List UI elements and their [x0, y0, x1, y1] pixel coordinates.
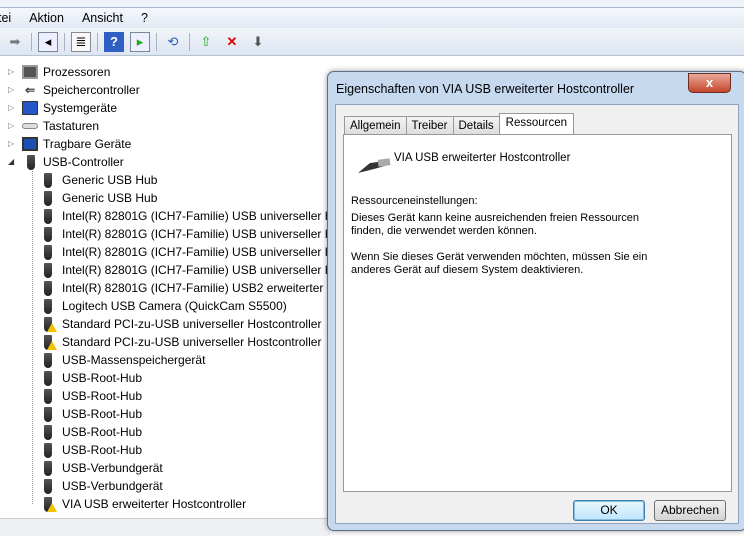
tab-details[interactable]: Details	[452, 116, 500, 135]
usb-icon	[43, 425, 53, 440]
tree-item-usb-device[interactable]: Intel(R) 82801G (ICH7-Familie) USB unive…	[0, 207, 399, 225]
tree-item-usb-device[interactable]: Intel(R) 82801G (ICH7-Familie) USB unive…	[0, 243, 399, 261]
resource-settings-label: Ressourceneinstellungen:	[351, 195, 478, 207]
usb-icon	[43, 281, 53, 296]
tree-item-system-devices[interactable]: ▷ Systemgeräte	[0, 99, 330, 117]
scan-hardware-icon[interactable]: ⟲	[163, 32, 183, 52]
disable-hint: Wenn Sie dieses Gerät verwenden möchten,…	[351, 251, 648, 276]
usb-icon	[43, 173, 53, 188]
processor-icon	[22, 65, 38, 79]
device-label: Logitech USB Camera (QuickCam S5500)	[62, 299, 287, 313]
tree-item-usb-device[interactable]: USB-Root-Hub	[0, 423, 330, 441]
device-label: USB-Root-Hub	[62, 443, 143, 457]
device-label: Standard PCI-zu-USB universeller Hostcon…	[62, 335, 322, 349]
warning-icon	[47, 341, 57, 350]
menu-aktion[interactable]: Aktion	[29, 11, 64, 25]
tab-treiber[interactable]: Treiber	[405, 116, 454, 135]
tree-item-usb-device[interactable]: Logitech USB Camera (QuickCam S5500)	[0, 297, 330, 315]
system-device-icon	[22, 101, 38, 115]
device-label: USB-Massenspeichergerät	[62, 353, 206, 367]
menu-ansicht[interactable]: Ansicht	[82, 11, 123, 25]
usb-icon	[43, 353, 53, 368]
tree-item-usb-device[interactable]: VIA USB erweiterter Hostcontroller	[0, 495, 330, 513]
device-label: VIA USB erweiterter Hostcontroller	[62, 497, 247, 511]
menu-help[interactable]: ?	[141, 11, 148, 25]
resources-panel: VIA USB erweiterter Hostcontroller Resso…	[343, 134, 732, 492]
device-label: Generic USB Hub	[62, 173, 158, 187]
close-button[interactable]: x	[688, 73, 731, 93]
disable-device-icon[interactable]: ⬇	[248, 32, 268, 52]
device-label: USB-Root-Hub	[62, 389, 143, 403]
tree-item-storage-controllers[interactable]: ▷ ⇐ Speichercontroller	[0, 81, 330, 99]
tree-item-usb-device[interactable]: Generic USB Hub	[0, 189, 330, 207]
tree-item-usb-device[interactable]: USB-Root-Hub	[0, 405, 330, 423]
horizontal-scrollbar[interactable]	[0, 518, 330, 536]
device-label: USB-Verbundgerät	[62, 461, 163, 475]
help-icon[interactable]: ?	[104, 31, 124, 52]
toolbar: ➡ ◂ ≣ ? ▸ ⟲ ⇧ ✕ ⬇	[0, 28, 744, 56]
forward-icon[interactable]: ➡	[5, 32, 25, 52]
show-action-pane-icon[interactable]: ▸	[130, 31, 150, 52]
properties-dialog: Eigenschaften von VIA USB erweiterter Ho…	[327, 71, 744, 531]
tree-item-usb-device[interactable]: Standard PCI-zu-USB universeller Hostcon…	[0, 333, 330, 351]
keyboard-icon	[22, 123, 38, 129]
tree-item-usb-device[interactable]: Generic USB Hub	[0, 171, 330, 189]
portable-device-icon	[22, 137, 38, 151]
tree-item-usb-device[interactable]: USB-Root-Hub	[0, 441, 330, 459]
tree-item-usb-device[interactable]: USB-Root-Hub	[0, 369, 330, 387]
usb-connector-icon	[358, 158, 391, 173]
usb-icon	[26, 155, 42, 170]
usb-icon	[43, 299, 53, 314]
usb-icon	[43, 371, 53, 386]
device-label: Generic USB Hub	[62, 191, 158, 205]
usb-icon	[43, 191, 53, 206]
device-label: USB-Root-Hub	[62, 407, 143, 421]
tree-item-usb-controllers[interactable]: ◢ USB-Controller	[0, 153, 330, 171]
tab-ressourcen[interactable]: Ressourcen	[498, 113, 575, 135]
uninstall-icon[interactable]: ✕	[222, 32, 242, 52]
usb-icon	[43, 479, 53, 494]
device-label: USB-Verbundgerät	[62, 479, 163, 493]
dialog-client: Allgemein Treiber Details Ressourcen VIA…	[335, 104, 739, 524]
usb-icon	[43, 245, 53, 260]
properties-icon[interactable]: ≣	[71, 31, 91, 52]
usb-icon	[43, 407, 53, 422]
tree-item-usb-device[interactable]: Intel(R) 82801G (ICH7-Familie) USB unive…	[0, 261, 399, 279]
ok-button[interactable]: OK	[573, 500, 645, 521]
tree-item-usb-device[interactable]: USB-Verbundgerät	[0, 459, 330, 477]
tree-item-usb-device[interactable]: Intel(R) 82801G (ICH7-Familie) USB unive…	[0, 225, 399, 243]
tree-item-processors[interactable]: ▷ Prozessoren	[0, 63, 330, 81]
usb-icon	[43, 209, 53, 224]
resource-message: Dieses Gerät kann keine ausreichenden fr…	[351, 212, 639, 237]
tree-item-usb-device[interactable]: USB-Root-Hub	[0, 387, 330, 405]
usb-icon	[43, 227, 53, 242]
tree-item-usb-device[interactable]: USB-Massenspeichergerät	[0, 351, 330, 369]
tree-item-usb-device[interactable]: Standard PCI-zu-USB universeller Hostcon…	[0, 315, 330, 333]
warning-icon	[47, 323, 57, 332]
update-driver-icon[interactable]: ⇧	[196, 32, 216, 52]
usb-icon	[43, 443, 53, 458]
device-name: VIA USB erweiterter Hostcontroller	[394, 152, 571, 164]
menu-datei[interactable]: tei	[0, 11, 11, 25]
usb-icon	[43, 263, 53, 278]
menu-bar: tei Aktion Ansicht ?	[0, 8, 744, 28]
tab-allgemein[interactable]: Allgemein	[344, 116, 407, 135]
window-top	[0, 0, 744, 8]
dialog-title: Eigenschaften von VIA USB erweiterter Ho…	[336, 82, 635, 96]
device-label: Standard PCI-zu-USB universeller Hostcon…	[62, 317, 322, 331]
tree-item-usb-device[interactable]: Intel(R) 82801G (ICH7-Familie) USB2 erwe…	[0, 279, 401, 297]
device-label: USB-Root-Hub	[62, 425, 143, 439]
tree-item-portable-devices[interactable]: ▷ Tragbare Geräte	[0, 135, 330, 153]
tab-bar: Allgemein Treiber Details Ressourcen	[344, 113, 575, 135]
storage-controller-icon: ⇐	[24, 83, 36, 97]
show-hide-console-tree-icon[interactable]: ◂	[38, 31, 58, 52]
cancel-button[interactable]: Abbrechen	[654, 500, 726, 521]
tree-item-keyboards[interactable]: ▷ Tastaturen	[0, 117, 330, 135]
device-label: USB-Root-Hub	[62, 371, 143, 385]
usb-icon	[43, 461, 53, 476]
usb-icon	[43, 389, 53, 404]
warning-icon	[47, 503, 57, 512]
tree-item-usb-device[interactable]: USB-Verbundgerät	[0, 477, 330, 495]
device-tree: ▷ Prozessoren ▷ ⇐ Speichercontroller ▷ Syste…	[0, 63, 401, 513]
